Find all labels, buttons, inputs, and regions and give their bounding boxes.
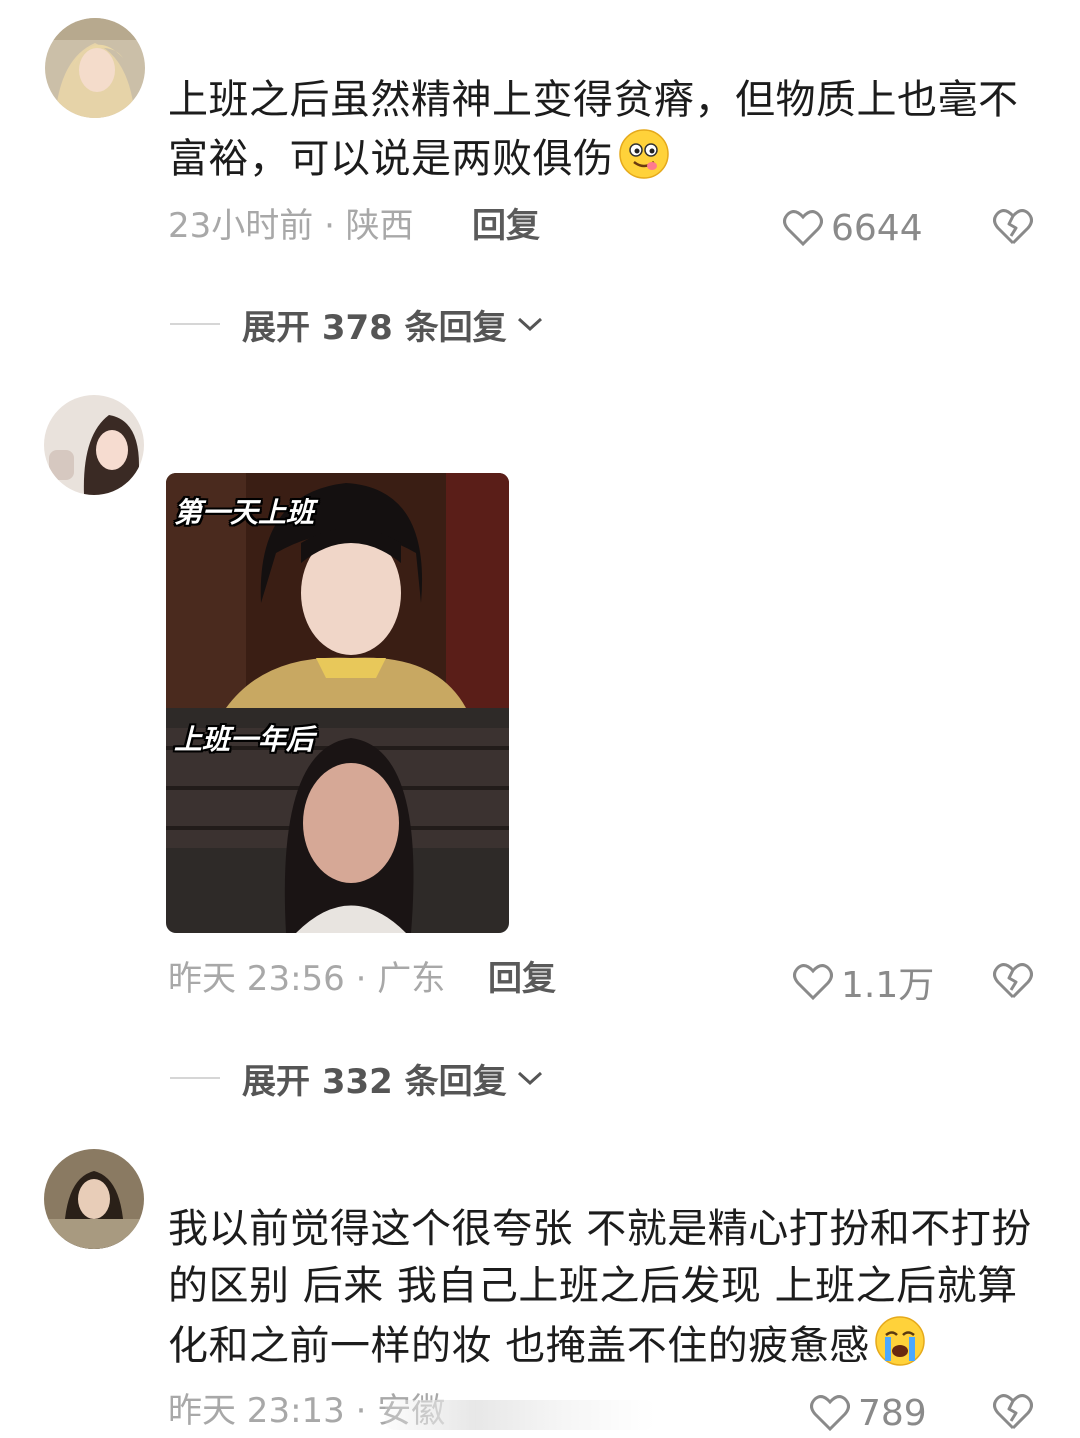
comment-meta: 昨天 23:56 · 广东 bbox=[168, 959, 446, 999]
reply-button[interactable]: 回复 bbox=[472, 201, 540, 251]
obscured-area bbox=[385, 1400, 655, 1430]
dislike-button[interactable] bbox=[993, 1393, 1033, 1433]
like-count: 1.1万 bbox=[841, 965, 935, 1006]
chevron-down-icon bbox=[517, 1071, 542, 1086]
expand-replies[interactable]: 展开 332 条回复 bbox=[170, 1053, 545, 1103]
divider bbox=[170, 1077, 220, 1079]
like-button[interactable]: 6644 bbox=[783, 203, 923, 253]
comment-text: 我以前觉得这个很夸张 不就是精心打扮和不打扮的区别 后来 我自己上班之后发现 上… bbox=[168, 1201, 1038, 1375]
avatar[interactable] bbox=[44, 395, 144, 495]
divider bbox=[170, 323, 220, 325]
meme-caption: 上班一年后 bbox=[174, 723, 315, 756]
like-button[interactable]: 789 bbox=[810, 1388, 927, 1438]
like-count: 6644 bbox=[831, 207, 923, 249]
broken-heart-icon bbox=[993, 963, 1033, 999]
like-button[interactable]: 1.1万 bbox=[793, 957, 934, 1007]
meme-image[interactable]: 第一天上班 上班一年后 bbox=[166, 473, 509, 933]
comment-text: 上班之后虽然精神上变得贫瘠，但物质上也毫不富裕，可以说是两败俱伤 bbox=[168, 72, 1038, 187]
avatar[interactable] bbox=[44, 1149, 144, 1249]
heart-icon bbox=[810, 1395, 850, 1432]
meme-caption: 第一天上班 bbox=[174, 496, 315, 529]
yum-face-emoji bbox=[618, 129, 669, 179]
comment-body: 上班之后虽然精神上变得贫瘠，但物质上也毫不富裕，可以说是两败俱伤 bbox=[168, 77, 1019, 182]
meme-panel-bottom: 上班一年后 bbox=[166, 708, 509, 933]
meme-panel-top: 第一天上班 bbox=[166, 473, 509, 708]
expand-label: 展开 378 条回复 bbox=[242, 307, 507, 348]
broken-heart-icon bbox=[993, 209, 1033, 245]
heart-icon bbox=[783, 210, 823, 247]
chevron-down-icon bbox=[517, 317, 542, 332]
expand-replies[interactable]: 展开 378 条回复 bbox=[170, 299, 545, 349]
like-count: 789 bbox=[858, 1392, 927, 1434]
broken-heart-icon bbox=[993, 1394, 1033, 1430]
dislike-button[interactable] bbox=[993, 208, 1033, 248]
avatar[interactable] bbox=[45, 18, 145, 118]
crying-face-emoji bbox=[874, 1316, 925, 1366]
dislike-button[interactable] bbox=[993, 962, 1033, 1002]
reply-button[interactable]: 回复 bbox=[488, 954, 556, 1004]
heart-icon bbox=[793, 964, 833, 1001]
expand-label: 展开 332 条回复 bbox=[242, 1061, 507, 1102]
comment-meta: 23小时前 · 陕西 bbox=[168, 206, 414, 246]
